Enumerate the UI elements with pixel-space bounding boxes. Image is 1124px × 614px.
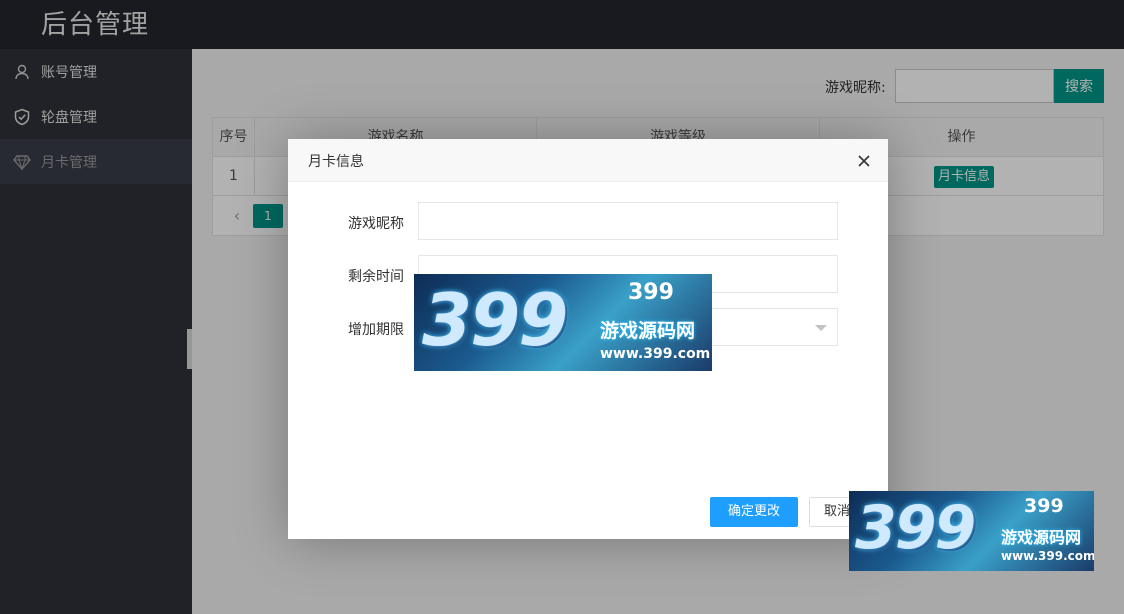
watermark-title: 399 <box>628 280 674 305</box>
watermark-url: www.399.com <box>1001 549 1094 563</box>
watermark-number: 399 <box>855 493 976 563</box>
extend-period-label: 增加期限 <box>348 322 404 338</box>
dialog-header: 月卡信息 <box>288 139 888 182</box>
nickname-field[interactable] <box>418 202 838 240</box>
watermark-number: 399 <box>422 278 568 362</box>
nickname-label: 游戏昵称 <box>348 216 404 232</box>
watermark-logo: 399 399 游戏源码网 www.399.com <box>414 274 712 371</box>
watermark-subtitle: 游戏源码网 <box>600 320 696 342</box>
remaining-time-label: 剩余时间 <box>348 269 404 285</box>
confirm-change-button[interactable]: 确定更改 <box>710 497 798 527</box>
watermark-title: 399 <box>1024 495 1064 517</box>
chevron-down-icon <box>815 325 827 331</box>
dialog-title: 月卡信息 <box>308 154 364 170</box>
watermark-url: www.399.com <box>600 346 711 362</box>
close-icon[interactable] <box>855 152 873 170</box>
watermark-logo: 399 399 游戏源码网 www.399.com <box>849 491 1094 571</box>
watermark-subtitle: 游戏源码网 <box>1001 528 1082 547</box>
